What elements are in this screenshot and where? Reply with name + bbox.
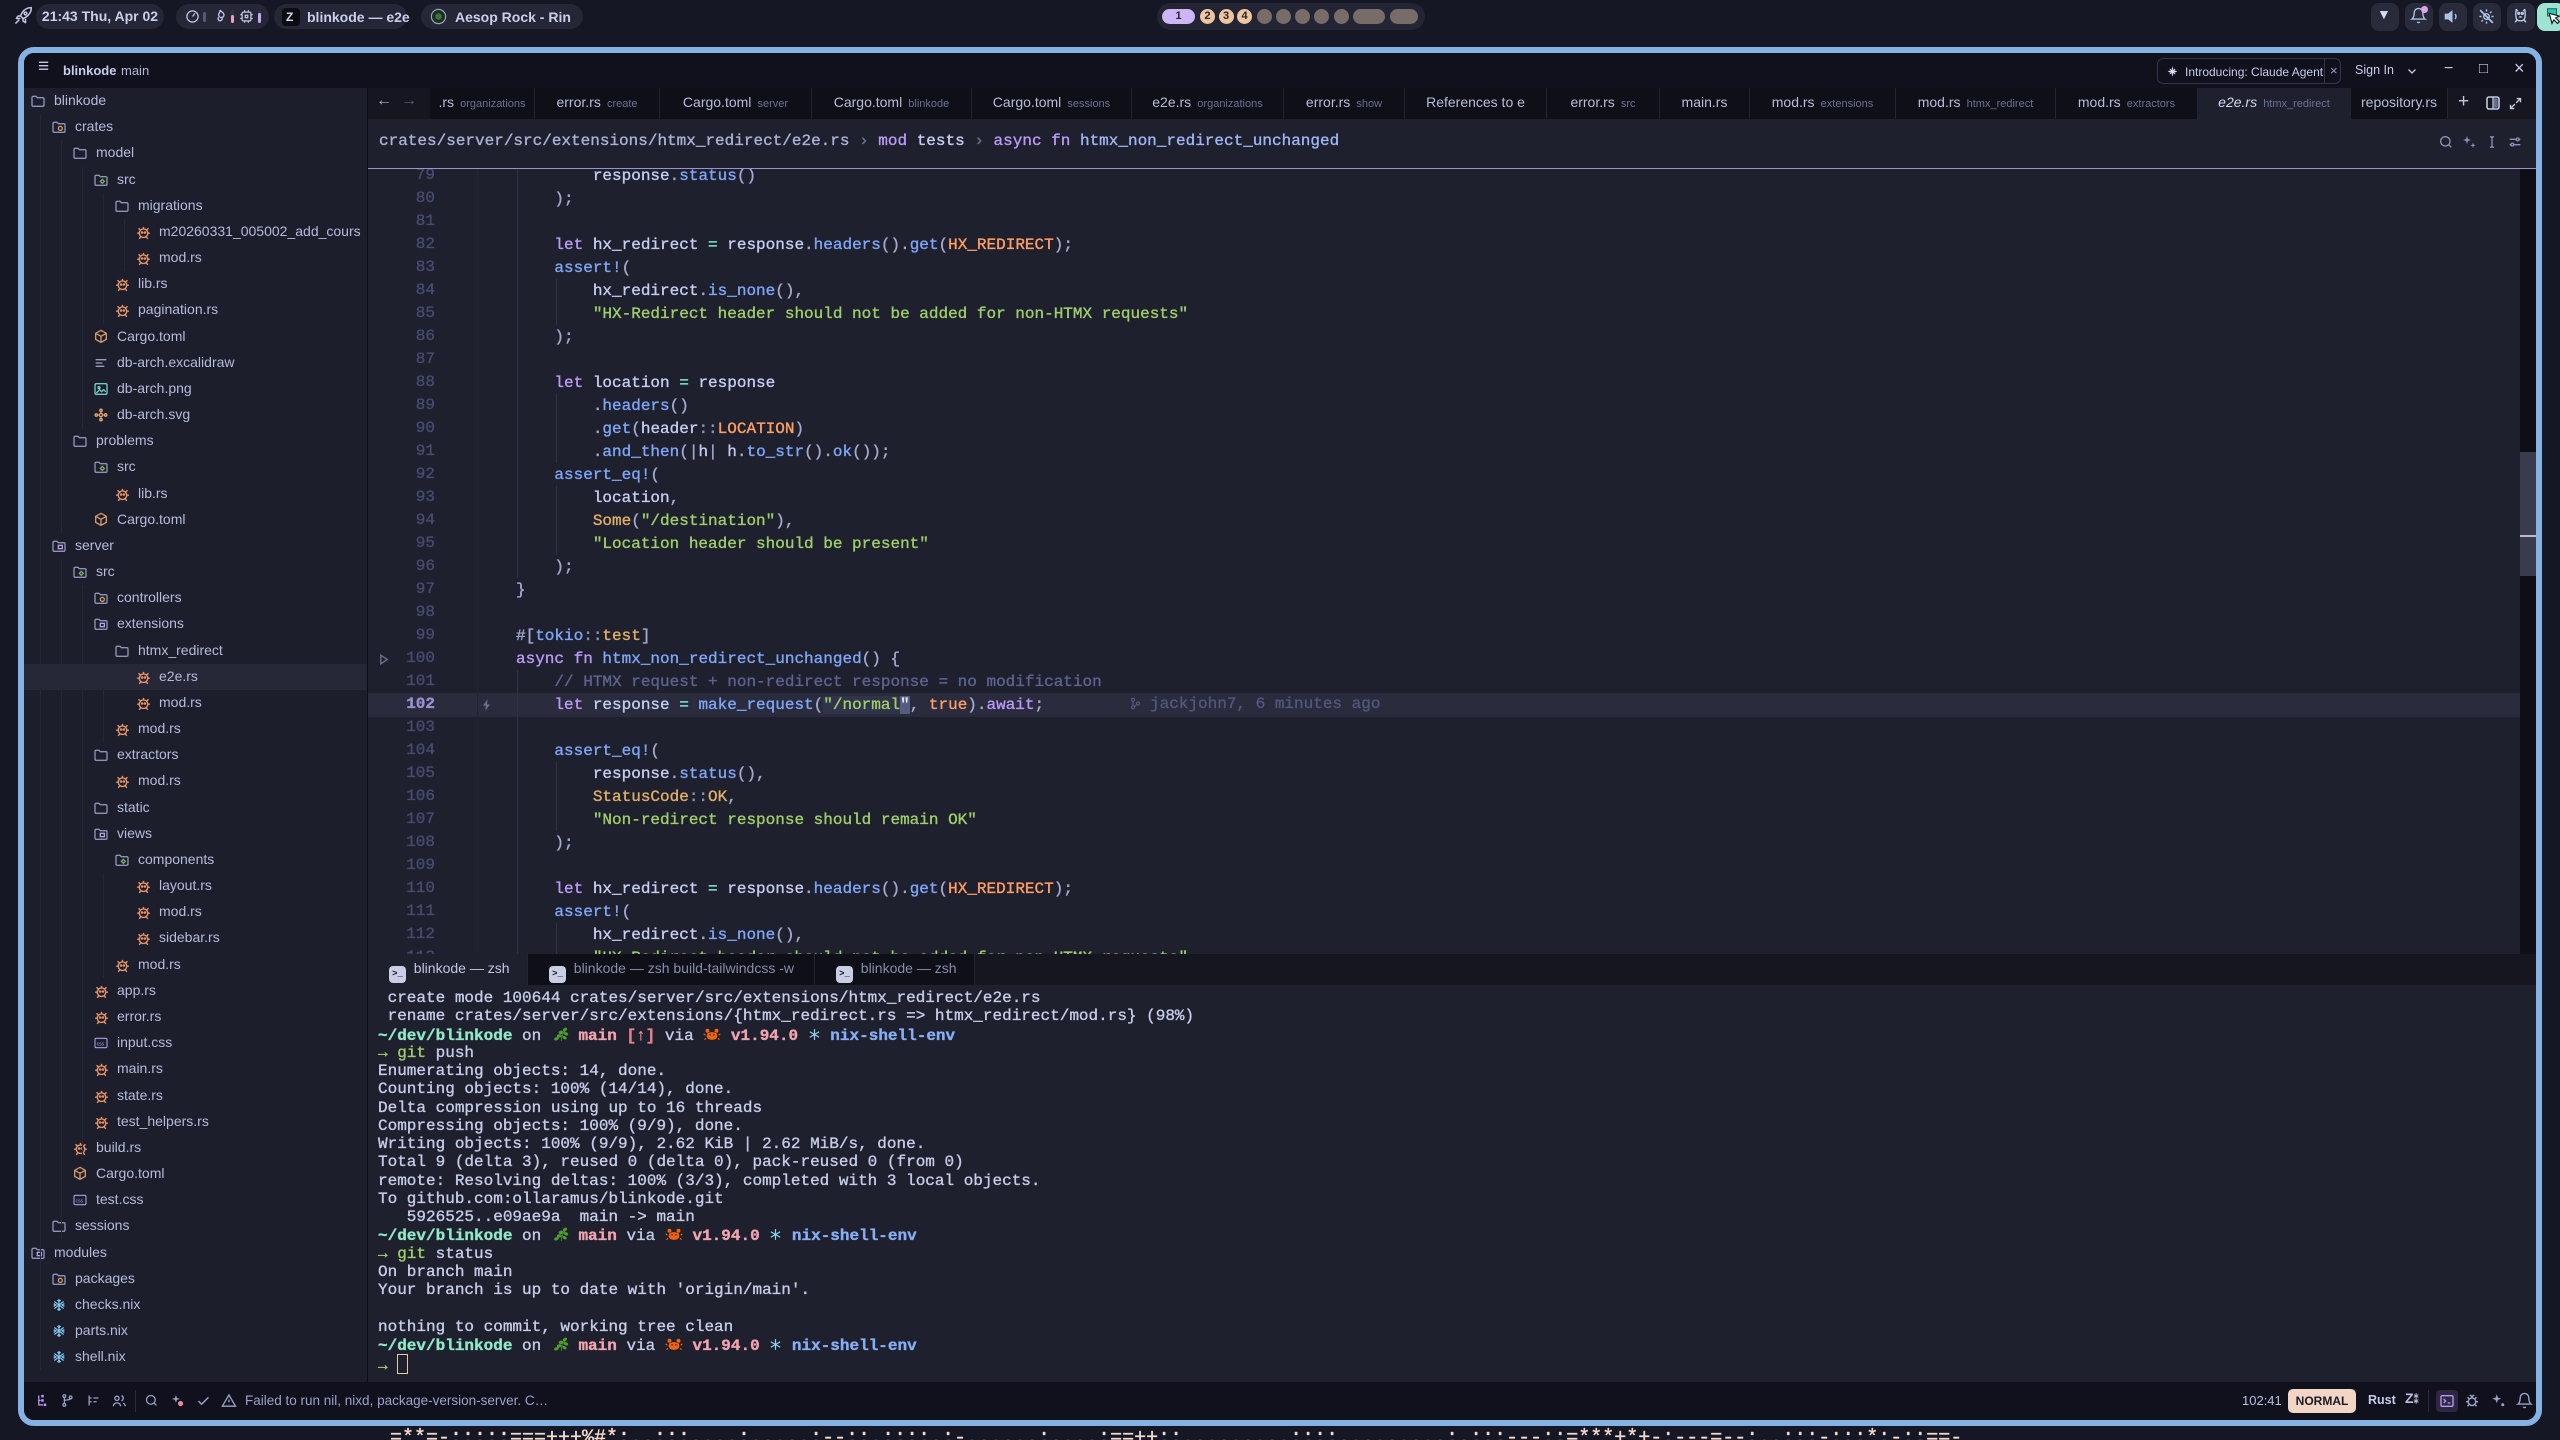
svg-text:css: css [76, 1198, 84, 1204]
svg-text:css: css [97, 1041, 105, 1047]
